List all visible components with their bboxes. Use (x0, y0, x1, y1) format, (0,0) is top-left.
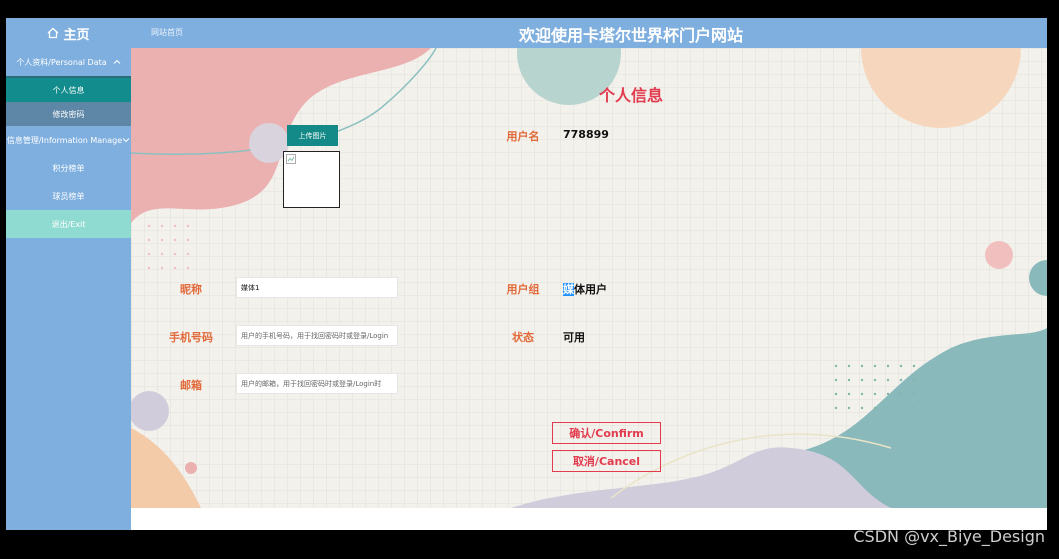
sidebar-item-exit[interactable]: 退出/Exit (6, 210, 131, 238)
sidebar-group-info-label: 信息管理/Information Manage (6, 135, 123, 145)
screen-top-edge (0, 0, 1059, 18)
status-label: 状态 (512, 331, 534, 344)
user-group-value: 媒体用户 (563, 281, 607, 297)
page-title: 个人信息 (598, 86, 663, 105)
app-window: 主页 网站首页 欢迎使用卡塔尔世界杯门户网站 个人资料/Personal Dat… (6, 18, 1047, 530)
username-value: 778899 (563, 128, 609, 141)
broken-image-icon (286, 154, 296, 164)
home-label: 主页 (63, 27, 90, 43)
chevron-up-icon (113, 59, 121, 64)
user-group-value-selection: 媒 (563, 283, 574, 296)
user-group-value-rest: 体用户 (574, 283, 607, 296)
email-label: 邮箱 (180, 379, 202, 392)
site-home-link[interactable]: 网站首页 (151, 27, 183, 38)
nickname-label: 昵称 (180, 283, 202, 296)
top-bar: 主页 网站首页 欢迎使用卡塔尔世界杯门户网站 (6, 18, 1047, 48)
phone-label: 手机号码 (169, 331, 213, 344)
nickname-input[interactable]: 媒体1 (236, 277, 398, 298)
confirm-button[interactable]: 确认/Confirm (552, 422, 661, 444)
sidebar-item-password[interactable]: 修改密码 (6, 102, 131, 126)
status-value: 可用 (563, 331, 585, 344)
sidebar-group-info[interactable]: 信息管理/Information Manage (6, 126, 131, 154)
sidebar: 个人资料/Personal Data 个人信息 修改密码 信息管理/Inform… (6, 48, 131, 530)
sidebar-group-personal[interactable]: 个人资料/Personal Data (6, 48, 131, 76)
upload-image-button[interactable]: 上传图片 (287, 125, 338, 146)
home-link[interactable]: 主页 (6, 18, 131, 48)
chevron-down-icon (122, 138, 130, 143)
main-content: 个人信息 上传图片 用户名 778899 昵称 媒体1 用户组 媒体用户 手机号… (131, 48, 1047, 508)
username-label: 用户名 (506, 130, 540, 143)
avatar-preview (283, 151, 340, 208)
home-icon (48, 27, 59, 39)
sidebar-item-players[interactable]: 球员榜单 (6, 182, 131, 210)
email-input[interactable]: 用户的邮箱，用于找回密码时或登录/Login时 (236, 373, 398, 394)
sidebar-group-personal-label: 个人资料/Personal Data (16, 57, 107, 67)
phone-input[interactable]: 用户的手机号码，用于找回密码时或登录/Login (236, 325, 398, 346)
cancel-button[interactable]: 取消/Cancel (552, 450, 661, 472)
site-title: 欢迎使用卡塔尔世界杯门户网站 (518, 26, 743, 45)
user-group-label: 用户组 (506, 283, 540, 296)
watermark: CSDN @vx_Biye_Design (853, 527, 1045, 546)
sidebar-item-profile[interactable]: 个人信息 (6, 78, 131, 102)
sidebar-item-points[interactable]: 积分榜单 (6, 154, 131, 182)
